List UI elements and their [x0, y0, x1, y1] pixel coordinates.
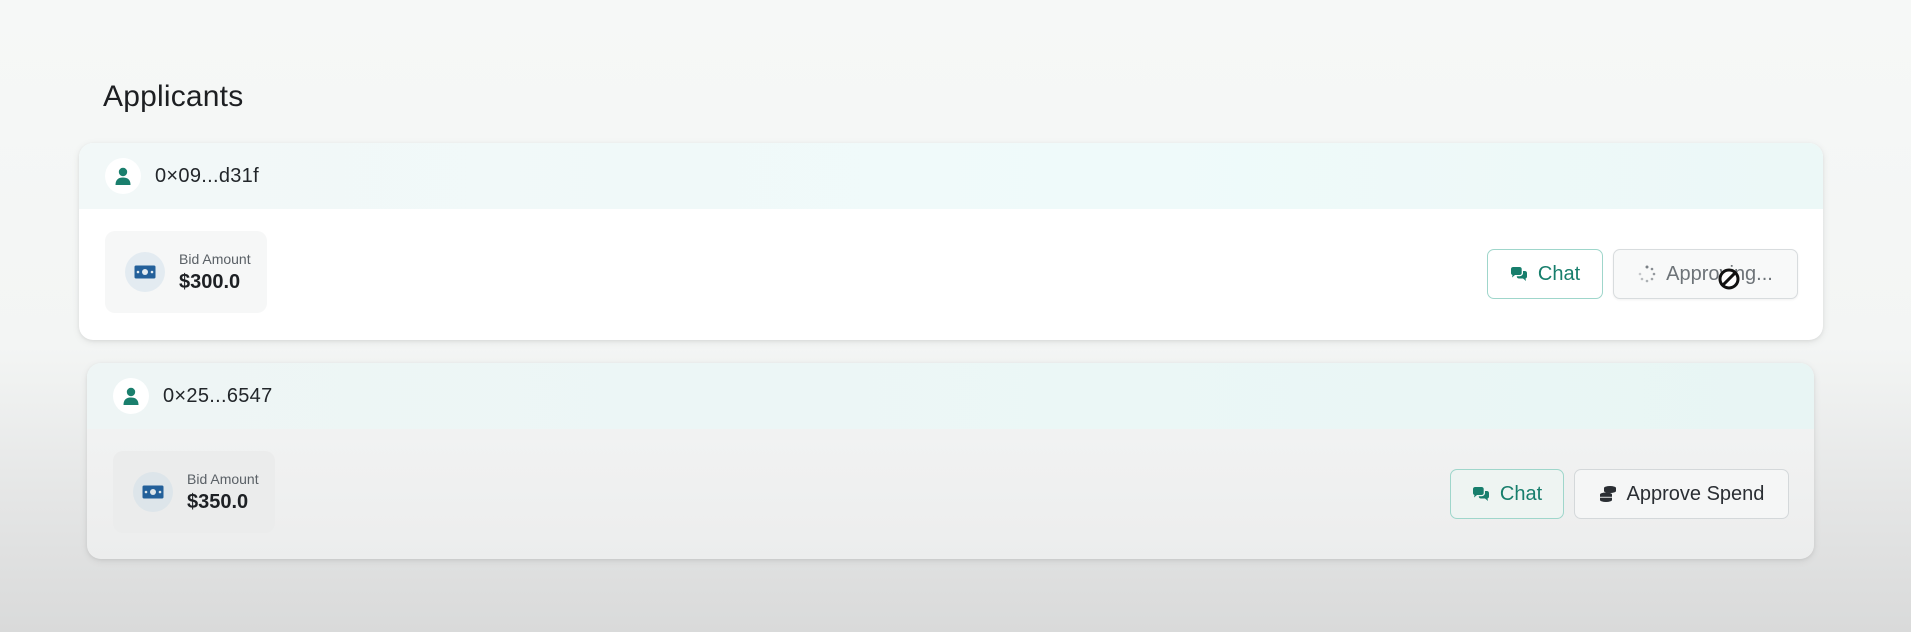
coins-icon [1599, 486, 1616, 502]
chat-button-label: Chat [1499, 482, 1543, 505]
applicant-actions: Chat Approving... [1487, 249, 1798, 299]
chat-button[interactable]: Chat [1450, 469, 1564, 519]
not-allowed-cursor-icon [1718, 268, 1740, 290]
user-icon [105, 158, 141, 194]
bid-amount-box: Bid Amount $300.0 [105, 231, 267, 313]
chat-button[interactable]: Chat [1487, 249, 1603, 299]
approve-spend-button[interactable]: Approve Spend [1574, 469, 1789, 519]
spinner-icon [1638, 265, 1656, 283]
applicant-header: 0×25...6547 [87, 363, 1814, 429]
applicant-actions: Chat Approve Spend [1450, 469, 1789, 519]
approving-button[interactable]: Approving... [1613, 249, 1798, 299]
bid-amount-box: Bid Amount $350.0 [113, 451, 275, 533]
applicant-card: 0×25...6547 Bid Amount $350.0 Chat Appro… [87, 363, 1814, 559]
applicant-card: 0×09...d31f Bid Amount $300.0 Chat Appro… [79, 143, 1823, 340]
applicant-header: 0×09...d31f [79, 143, 1823, 209]
bid-amount-value: $350.0 [187, 490, 249, 513]
applicant-address: 0×09...d31f [155, 164, 259, 187]
bid-amount-label: Bid Amount [179, 250, 251, 267]
money-bill-icon [133, 472, 173, 512]
applicant-body: Bid Amount $350.0 Chat Approve Spend [87, 429, 1814, 559]
comments-icon [1510, 267, 1527, 281]
bid-amount-value: $300.0 [179, 270, 241, 293]
bid-amount-label: Bid Amount [187, 470, 259, 487]
comments-icon [1472, 487, 1489, 501]
applicant-address: 0×25...6547 [163, 384, 273, 407]
applicant-body: Bid Amount $300.0 Chat Approving... [79, 209, 1823, 340]
page-title: Applicants [103, 80, 244, 113]
chat-button-label: Chat [1537, 262, 1581, 285]
money-bill-icon [125, 252, 165, 292]
user-icon [113, 378, 149, 414]
approve-spend-button-label: Approve Spend [1626, 482, 1765, 505]
